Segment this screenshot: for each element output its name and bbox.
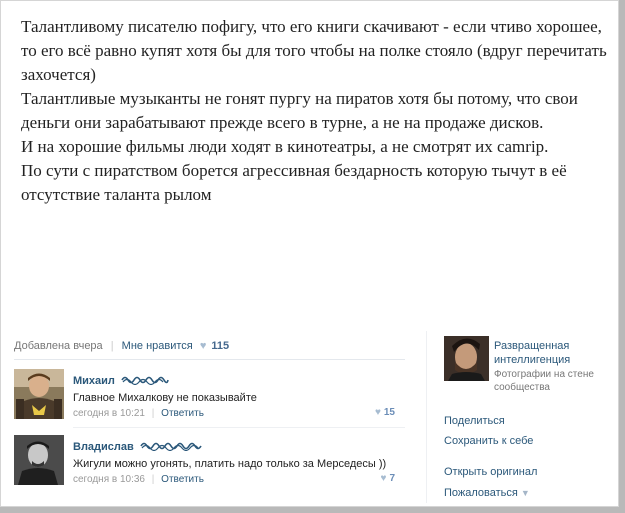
comment-like-button[interactable]: ♥ 7 <box>381 473 396 484</box>
post-meta: Добавлена вчера | Мне нравится ♥ 115 <box>14 340 229 352</box>
like-count: 115 <box>211 340 230 352</box>
comment-text: Главное Михалкову не показывайте <box>73 392 257 404</box>
commenter-name-text: Владислав <box>73 441 134 453</box>
column-divider <box>426 331 427 503</box>
like-button[interactable]: Мне нравится ♥ 115 <box>122 340 230 352</box>
heart-icon: ♥ <box>199 340 207 352</box>
post-paragraph: И на хорошие фильмы люди ходят в кинотеа… <box>21 137 549 156</box>
reply-link[interactable]: Ответить <box>161 474 204 485</box>
heart-icon: ♥ <box>380 473 387 484</box>
redaction-scribble <box>121 375 169 388</box>
heart-icon: ♥ <box>374 407 381 418</box>
wall-post-card: Талантливому писателю пофигу, что его кн… <box>0 0 619 507</box>
post-paragraph: Талантливые музыканты не гонят пургу на … <box>21 89 578 132</box>
divider <box>73 427 405 428</box>
meta-separator: | <box>110 340 114 352</box>
reply-link[interactable]: Ответить <box>161 408 204 419</box>
meta-separator: | <box>151 474 155 485</box>
comment-meta: сегодня в 10:36 | Ответить <box>73 474 204 485</box>
post-paragraph: Талантливому писателю пофигу, что его кн… <box>21 17 607 84</box>
commenter-name[interactable]: Владислав <box>73 441 202 454</box>
commenter-name-text: Михаил <box>73 375 115 387</box>
post-date: Добавлена вчера <box>14 340 103 352</box>
open-original-link[interactable]: Открыть оригинал <box>444 466 537 478</box>
redaction-scribble <box>140 441 202 454</box>
comment-like-button[interactable]: ♥ 15 <box>375 407 395 418</box>
post-text: Талантливому писателю пофигу, что его кн… <box>21 15 611 207</box>
screenshot-frame: Талантливому писателю пофигу, что его кн… <box>0 0 625 513</box>
community-avatar[interactable] <box>444 336 489 381</box>
like-label: Мне нравится <box>121 340 193 352</box>
divider <box>14 359 405 360</box>
meta-separator: | <box>151 408 155 419</box>
commenter-name[interactable]: Михаил <box>73 375 169 388</box>
comment-like-count: 7 <box>389 473 395 484</box>
share-link[interactable]: Поделиться <box>444 415 505 427</box>
commenter-avatar[interactable] <box>14 435 64 485</box>
save-to-mine-link[interactable]: Сохранить к себе <box>444 435 533 447</box>
comment-time: сегодня в 10:36 <box>73 474 145 485</box>
report-label: Пожаловаться <box>444 487 518 499</box>
report-link[interactable]: Пожаловаться ▼ <box>444 487 530 499</box>
community-name[interactable]: Развращенная интеллигенция <box>494 339 594 367</box>
comment-text: Жигули можно угонять, платить надо тольк… <box>73 458 387 470</box>
post-paragraph: По сути с пиратством борется агрессивная… <box>21 161 567 204</box>
comment-like-count: 15 <box>383 407 395 418</box>
comment-time: сегодня в 10:21 <box>73 408 145 419</box>
community-album-caption: Фотографии на стене сообщества <box>494 369 594 393</box>
comment-meta: сегодня в 10:21 | Ответить <box>73 408 204 419</box>
caret-down-icon: ▼ <box>520 488 530 498</box>
commenter-avatar[interactable] <box>14 369 64 419</box>
